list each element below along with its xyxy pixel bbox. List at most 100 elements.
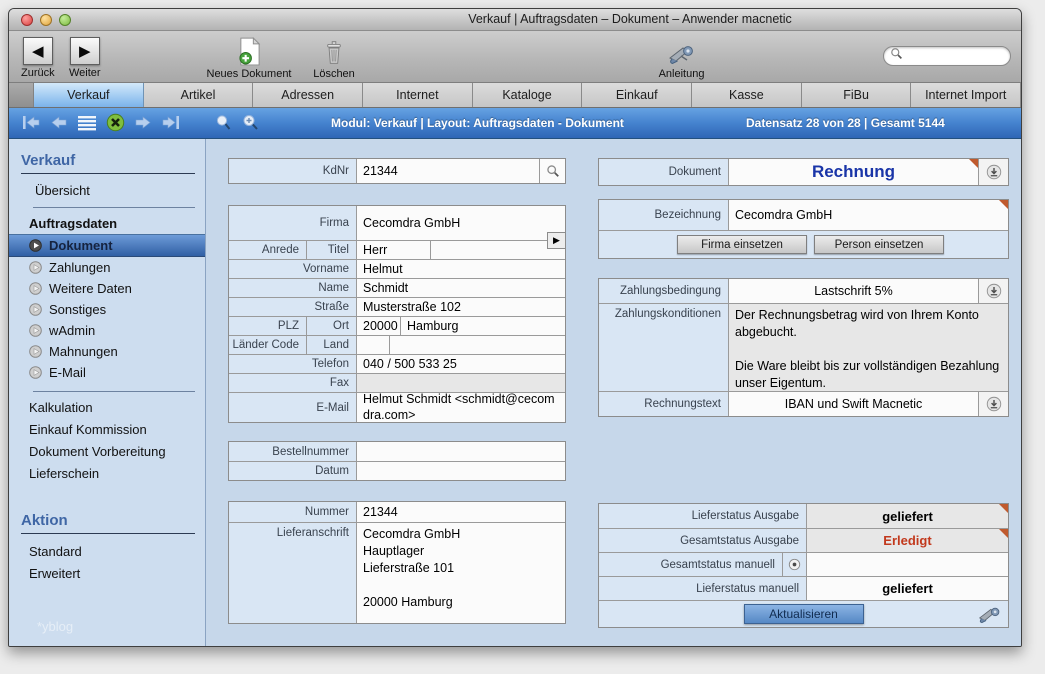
rechnungstext-field[interactable]: IBAN und Swift Macnetic xyxy=(729,392,978,416)
first-record-icon[interactable] xyxy=(21,114,41,136)
sidebar: Verkauf Übersicht Auftragsdaten Dokument… xyxy=(9,139,206,646)
bestellnummer-field[interactable] xyxy=(357,442,565,461)
land-field[interactable] xyxy=(389,336,565,354)
sidebar-item-wadmin[interactable]: wAdmin xyxy=(9,320,205,341)
radio-icon xyxy=(788,558,801,571)
fax-label: Fax xyxy=(229,374,357,392)
sidebar-item-kalkulation[interactable]: Kalkulation xyxy=(9,396,205,418)
zahlungskonditionen-field[interactable]: Der Rechnungsbetrag wird von Ihrem Konto… xyxy=(729,304,1008,391)
sidebar-item-erweitert[interactable]: Erweitert xyxy=(9,562,205,584)
sidebar-item-email[interactable]: E-Mail xyxy=(9,362,205,383)
plz-field[interactable]: 20000 xyxy=(357,317,400,335)
dokument-dropdown-button[interactable] xyxy=(978,159,1008,185)
previous-record-icon[interactable] xyxy=(50,114,68,136)
gesamtstatus-manuell-radio[interactable] xyxy=(782,553,806,576)
tab-bar-stub xyxy=(9,83,34,107)
firma-expand-button[interactable]: ▶ xyxy=(547,232,566,249)
sidebar-item-zahlungen[interactable]: Zahlungen xyxy=(9,257,205,278)
insert-down-icon xyxy=(986,164,1002,180)
search-field[interactable] xyxy=(883,46,1011,66)
play-icon xyxy=(29,282,42,295)
strasse-field[interactable]: Musterstraße 102 xyxy=(357,298,565,316)
firma-label: Firma xyxy=(229,206,357,240)
tab-internet-import[interactable]: Internet Import xyxy=(911,83,1021,107)
sidebar-item-sonstiges[interactable]: Sonstiges xyxy=(9,299,205,320)
gesamtstatus-manuell-value[interactable] xyxy=(807,553,1008,576)
name-field[interactable]: Schmidt xyxy=(357,279,565,297)
play-icon xyxy=(29,366,42,379)
forward-label: Weiter xyxy=(69,67,101,79)
laendercode-field[interactable] xyxy=(357,336,389,354)
titel-field-2[interactable] xyxy=(430,241,565,259)
tab-einkauf[interactable]: Einkauf xyxy=(582,83,692,107)
kdnr-field[interactable]: 21344 xyxy=(357,159,539,183)
cancel-icon[interactable] xyxy=(106,113,125,137)
rechnungstext-dropdown-button[interactable] xyxy=(978,392,1008,416)
tab-verkauf[interactable]: Verkauf xyxy=(34,83,144,107)
back-button[interactable]: ◀ Zurück xyxy=(21,37,55,79)
play-icon xyxy=(29,239,42,252)
new-document-icon xyxy=(238,36,261,66)
tab-internet[interactable]: Internet xyxy=(363,83,473,107)
sidebar-item-dokument-vorbereitung[interactable]: Dokument Vorbereitung xyxy=(9,440,205,462)
bezeichnung-group: Bezeichnung Cecomdra GmbH Firma einsetze… xyxy=(598,199,1009,259)
nummer-field[interactable]: 21344 xyxy=(357,502,565,522)
vorname-field[interactable]: Helmut xyxy=(357,260,565,278)
delete-button[interactable]: Löschen xyxy=(304,36,364,80)
sidebar-item-einkauf-kommission[interactable]: Einkauf Kommission xyxy=(9,418,205,440)
play-icon xyxy=(29,261,42,274)
tab-kasse[interactable]: Kasse xyxy=(692,83,802,107)
tab-fibu[interactable]: FiBu xyxy=(802,83,912,107)
fax-field[interactable] xyxy=(357,374,565,392)
sidebar-item-lieferschein[interactable]: Lieferschein xyxy=(9,462,205,484)
watermark: *yblog xyxy=(37,619,73,634)
search-input[interactable] xyxy=(903,50,999,62)
sidebar-divider xyxy=(33,207,195,208)
title-bar[interactable]: Verkauf | Auftragsdaten – Dokument – Anw… xyxy=(9,9,1021,31)
dokument-type-field[interactable]: Rechnung xyxy=(729,159,978,185)
last-record-icon[interactable] xyxy=(161,114,181,136)
telefon-field[interactable]: 040 / 500 533 25 xyxy=(357,355,565,373)
new-document-button[interactable]: Neues Dokument xyxy=(194,36,304,80)
tool-icon[interactable] xyxy=(978,604,1002,630)
lieferanschrift-label: Lieferanschrift xyxy=(229,523,357,623)
next-record-icon[interactable] xyxy=(134,114,152,136)
zahlungsbedingung-dropdown-button[interactable] xyxy=(978,279,1008,303)
zoom-out-icon[interactable] xyxy=(215,114,232,136)
gesamtstatus-manuell-label: Gesamtstatus manuell xyxy=(599,553,807,576)
sidebar-item-dokument[interactable]: Dokument xyxy=(9,234,205,257)
bezeichnung-field[interactable]: Cecomdra GmbH xyxy=(729,200,1008,230)
bezeichnung-label: Bezeichnung xyxy=(599,200,729,230)
order-group: Bestellnummer Datum xyxy=(228,441,566,481)
titel-label: Titel xyxy=(307,241,357,259)
firma-einsetzen-button[interactable]: Firma einsetzen xyxy=(677,235,807,254)
ort-field[interactable]: Hamburg xyxy=(400,317,565,335)
forward-button[interactable]: ▶ Weiter xyxy=(69,37,101,79)
kdnr-lookup-button[interactable] xyxy=(539,159,565,183)
land-label: Land xyxy=(307,336,357,354)
sidebar-item-mahnungen[interactable]: Mahnungen xyxy=(9,341,205,362)
sidebar-item-standard[interactable]: Standard xyxy=(9,540,205,562)
aktualisieren-button[interactable]: Aktualisieren xyxy=(744,604,864,624)
datum-field[interactable] xyxy=(357,462,565,480)
manual-button[interactable]: Anleitung xyxy=(634,36,729,80)
zoom-in-icon[interactable] xyxy=(241,114,260,136)
sidebar-item-uebersicht[interactable]: Übersicht xyxy=(9,179,205,201)
zahlungsbedingung-field[interactable]: Lastschrift 5% xyxy=(729,279,978,303)
play-icon xyxy=(29,345,42,358)
lieferanschrift-field[interactable]: Cecomdra GmbH Hauptlager Lieferstraße 10… xyxy=(357,523,565,623)
sidebar-item-weitere-daten[interactable]: Weitere Daten xyxy=(9,278,205,299)
tab-artikel[interactable]: Artikel xyxy=(144,83,254,107)
tab-adressen[interactable]: Adressen xyxy=(253,83,363,107)
email-field[interactable]: Helmut Schmidt <schmidt@cecomdra.com> xyxy=(357,393,565,422)
search-icon xyxy=(890,47,903,65)
record-list-icon[interactable] xyxy=(77,115,97,136)
record-navigation-bar: Modul: Verkauf | Layout: Auftragsdaten -… xyxy=(9,108,1021,139)
lieferstatus-manuell-value[interactable]: geliefert xyxy=(807,577,1008,600)
firma-field[interactable]: Cecomdra GmbH xyxy=(357,206,565,240)
magnifier-icon xyxy=(546,164,560,178)
tab-kataloge[interactable]: Kataloge xyxy=(473,83,583,107)
person-einsetzen-button[interactable]: Person einsetzen xyxy=(814,235,944,254)
titel-field[interactable]: Herr xyxy=(357,241,430,259)
manual-label: Anleitung xyxy=(659,68,705,80)
